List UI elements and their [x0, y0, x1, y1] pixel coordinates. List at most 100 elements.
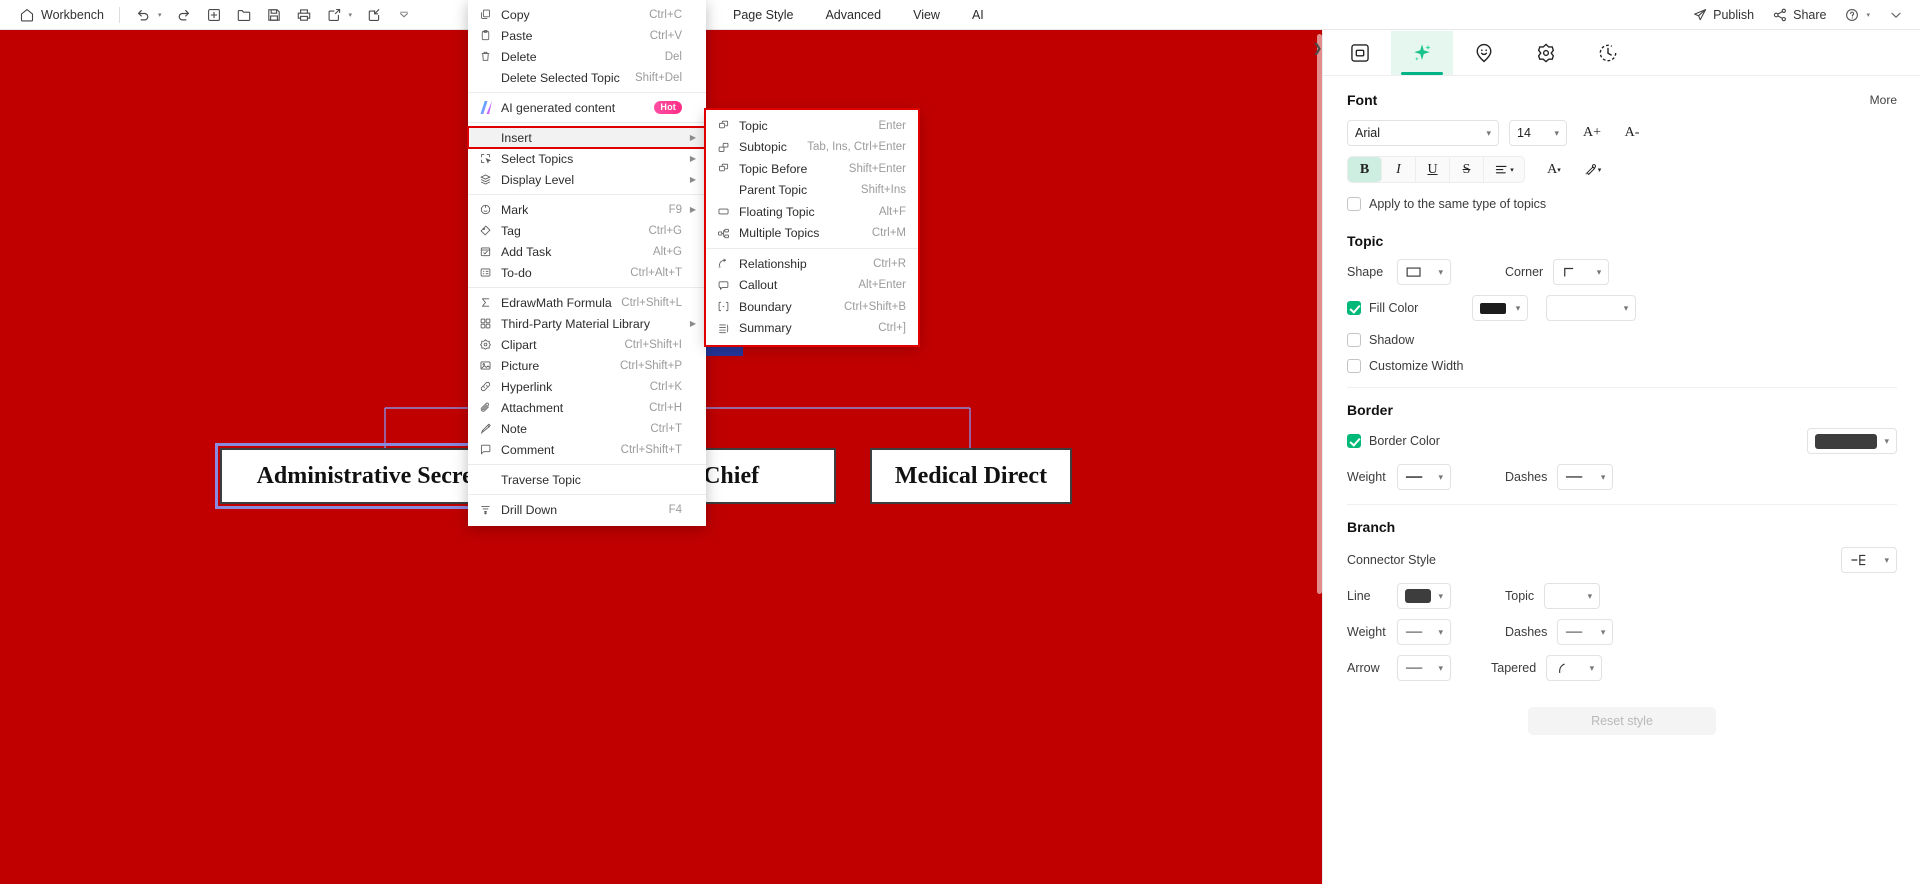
border-color-checkbox[interactable] — [1347, 434, 1361, 448]
tab-advanced[interactable]: Advanced — [809, 4, 897, 26]
highlight-color-button[interactable]: ▾ — [1577, 157, 1607, 183]
export-caret-icon[interactable]: ▾ — [349, 11, 353, 19]
decrease-font-size-button[interactable]: A- — [1617, 120, 1647, 146]
border-dashes-select[interactable]: ▾ — [1557, 464, 1614, 490]
context-menu-item-ai-generated-content[interactable]: AI generated content Hot — [468, 97, 706, 118]
save-button[interactable] — [259, 4, 289, 26]
undo-caret-icon[interactable]: ▾ — [158, 11, 162, 19]
tab-emoji[interactable] — [1453, 31, 1515, 75]
help-button[interactable]: ▾ — [1836, 4, 1878, 26]
tab-sticker[interactable] — [1515, 31, 1577, 75]
context-menu-item-mark[interactable]: Mark F9 ▶ — [468, 199, 706, 220]
node-medical-director[interactable]: Medical Direct — [870, 448, 1072, 504]
tab-ai[interactable]: AI — [956, 4, 1000, 26]
submenu-item-shortcut: Alt+Enter — [858, 279, 906, 292]
submenu-item-floating-topic[interactable]: Floating Topic Alt+F — [706, 201, 918, 223]
submenu-item-label: Summary — [739, 321, 792, 336]
submenu-item-parent-topic[interactable]: Parent Topic Shift+Ins — [706, 180, 918, 202]
context-menu-item-delete-selected-topic[interactable]: Delete Selected Topic Shift+Del — [468, 67, 706, 88]
context-menu-item-insert[interactable]: Insert ▶ — [467, 126, 707, 149]
connector-style-select[interactable]: ▾ — [1841, 547, 1897, 573]
apply-same-type-row[interactable]: Apply to the same type of topics — [1347, 197, 1897, 211]
publish-button[interactable]: Publish — [1684, 4, 1762, 26]
context-menu-item-traverse-topic[interactable]: Traverse Topic — [468, 469, 706, 490]
context-menu-item-copy[interactable]: Copy Ctrl+C — [468, 4, 706, 25]
bold-button[interactable]: B — [1348, 157, 1382, 182]
context-menu-item-note[interactable]: Note Ctrl+T — [468, 418, 706, 439]
branch-dashes-select[interactable]: ▾ — [1557, 619, 1614, 645]
branch-tapered-select[interactable]: ▾ — [1546, 655, 1603, 681]
font-size-select[interactable]: 14 ▾ — [1509, 120, 1567, 146]
font-family-value: Arial — [1355, 126, 1381, 140]
shadow-row[interactable]: Shadow — [1347, 333, 1897, 347]
context-menu-item-hyperlink[interactable]: Hyperlink Ctrl+K — [468, 376, 706, 397]
customize-width-checkbox[interactable] — [1347, 359, 1361, 373]
redo-button[interactable] — [169, 4, 199, 26]
export-button[interactable]: ▾ — [319, 4, 360, 26]
apply-same-type-checkbox[interactable] — [1347, 197, 1361, 211]
tab-view[interactable]: View — [897, 4, 956, 26]
new-file-button[interactable] — [199, 4, 229, 26]
branch-line-color-select[interactable]: ▾ — [1397, 583, 1451, 609]
collapse-ribbon-button[interactable] — [1880, 4, 1912, 26]
fill-gradient-select[interactable]: ▾ — [1546, 295, 1637, 321]
branch-topic-select[interactable]: ▾ — [1544, 583, 1601, 609]
context-menu-item-to-do[interactable]: To-do Ctrl+Alt+T — [468, 262, 706, 283]
submenu-item-callout[interactable]: Callout Alt+Enter — [706, 275, 918, 297]
context-menu-item-third-party-material-library[interactable]: Third-Party Material Library ▶ — [468, 313, 706, 334]
shape-select[interactable]: ▾ — [1397, 259, 1451, 285]
workbench-home-button[interactable]: Workbench — [12, 4, 111, 26]
context-menu-item-comment[interactable]: Comment Ctrl+Shift+T — [468, 439, 706, 460]
increase-font-size-button[interactable]: A+ — [1577, 120, 1607, 146]
submenu-item-summary[interactable]: Summary Ctrl+] — [706, 318, 918, 340]
border-weight-select[interactable]: ▾ — [1397, 464, 1451, 490]
corner-select[interactable]: ▾ — [1553, 259, 1610, 285]
toolbar-more-button[interactable] — [389, 4, 419, 26]
context-menu-item-picture[interactable]: Picture Ctrl+Shift+P — [468, 355, 706, 376]
tab-history[interactable] — [1577, 31, 1639, 75]
context-menu-item-select-topics[interactable]: Select Topics ▶ — [468, 148, 706, 169]
shadow-checkbox[interactable] — [1347, 333, 1361, 347]
context-menu-item-paste[interactable]: Paste Ctrl+V — [468, 25, 706, 46]
context-menu-item-edrawmath-formula[interactable]: EdrawMath Formula Ctrl+Shift+L — [468, 292, 706, 313]
branch-arrow-select[interactable]: ▾ — [1397, 655, 1451, 681]
print-button[interactable] — [289, 4, 319, 26]
fill-color-checkbox[interactable] — [1347, 301, 1361, 315]
text-color-button[interactable]: A ▾ — [1539, 157, 1569, 183]
context-menu-item-attachment[interactable]: Attachment Ctrl+H — [468, 397, 706, 418]
customize-width-row[interactable]: Customize Width — [1347, 359, 1897, 373]
align-button[interactable]: ▾ — [1484, 157, 1524, 182]
italic-button[interactable]: I — [1382, 157, 1416, 182]
import-button[interactable] — [359, 4, 389, 26]
submenu-item-topic-before[interactable]: Topic Before Shift+Enter — [706, 158, 918, 180]
tab-page-style[interactable]: Page Style — [717, 4, 809, 26]
context-menu-item-shortcut: Ctrl+K — [649, 380, 682, 393]
submenu-item-boundary[interactable]: Boundary Ctrl+Shift+B — [706, 296, 918, 318]
panel-collapse-handle[interactable]: ❯ — [1310, 38, 1325, 58]
undo-button[interactable]: ▾ — [128, 4, 169, 26]
fill-color-select[interactable]: ▾ — [1472, 295, 1529, 321]
share-button[interactable]: Share — [1764, 4, 1834, 26]
context-menu-item-display-level[interactable]: Display Level ▶ — [468, 169, 706, 190]
font-more-button[interactable]: More — [1870, 93, 1897, 107]
border-color-select[interactable]: ▾ — [1807, 428, 1897, 454]
strikethrough-button[interactable]: S — [1450, 157, 1484, 182]
underline-button[interactable]: U — [1416, 157, 1450, 182]
context-menu-item-delete[interactable]: Delete Del — [468, 46, 706, 67]
context-menu-item-drill-down[interactable]: Drill Down F4 — [468, 499, 706, 520]
tab-ai-style[interactable] — [1391, 30, 1453, 75]
submenu-item-subtopic[interactable]: Subtopic Tab, Ins, Ctrl+Enter — [706, 137, 918, 159]
context-menu-item-clipart[interactable]: Clipart Ctrl+Shift+I — [468, 334, 706, 355]
submenu-item-relationship[interactable]: Relationship Ctrl+R — [706, 253, 918, 275]
context-menu-item-add-task[interactable]: Add Task Alt+G — [468, 241, 706, 262]
submenu-item-multiple-topics[interactable]: Multiple Topics Ctrl+M — [706, 223, 918, 245]
context-menu-item-tag[interactable]: Tag Ctrl+G — [468, 220, 706, 241]
open-file-button[interactable] — [229, 4, 259, 26]
submenu-item-topic[interactable]: Topic Enter — [706, 115, 918, 137]
help-caret-icon[interactable]: ▾ — [1866, 11, 1870, 19]
branch-weight-select[interactable]: ▾ — [1397, 619, 1451, 645]
reset-style-button[interactable]: Reset style — [1528, 707, 1716, 735]
tab-shape[interactable] — [1329, 31, 1391, 75]
decrease-font-label: A- — [1624, 125, 1640, 140]
font-family-select[interactable]: Arial ▾ — [1347, 120, 1499, 146]
